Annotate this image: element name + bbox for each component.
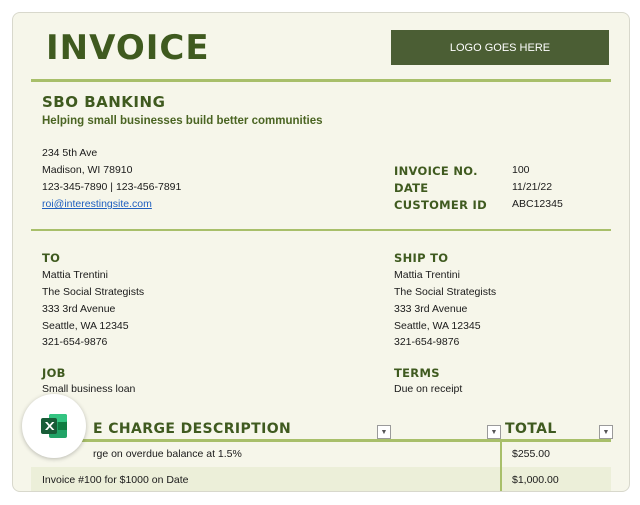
excel-icon — [41, 414, 67, 438]
table-row-total[interactable]: $1,000.00 — [512, 474, 559, 486]
chevron-down-icon: ▼ — [602, 428, 610, 436]
invoice-no-value[interactable]: 100 — [512, 164, 530, 176]
job-label: JOB — [42, 366, 66, 380]
ship-to-name[interactable]: Mattia Trentini — [394, 269, 460, 281]
company-email-link[interactable]: roi@interestingsite.com — [42, 198, 152, 210]
ship-to-label: SHIP TO — [394, 251, 449, 265]
ship-to-phone[interactable]: 321-654-9876 — [394, 336, 459, 348]
invoice-title: INVOICE — [46, 28, 210, 68]
ship-to-street[interactable]: 333 3rd Avenue — [394, 303, 467, 315]
to-street[interactable]: 333 3rd Avenue — [42, 303, 115, 315]
ship-to-company[interactable]: The Social Strategists — [394, 286, 496, 298]
to-company[interactable]: The Social Strategists — [42, 286, 144, 298]
description-filter-button-2[interactable]: ▼ — [487, 425, 501, 439]
section-divider — [31, 229, 611, 231]
company-tagline: Helping small businesses build better co… — [42, 115, 323, 127]
customer-id-value[interactable]: ABC12345 — [512, 198, 563, 210]
to-name[interactable]: Mattia Trentini — [42, 269, 108, 281]
ship-to-city[interactable]: Seattle, WA 12345 — [394, 320, 481, 332]
chevron-down-icon: ▼ — [490, 428, 498, 436]
table-column-divider — [500, 467, 502, 491]
terms-label: TERMS — [394, 366, 440, 380]
total-filter-button[interactable]: ▼ — [599, 425, 613, 439]
customer-id-label: CUSTOMER ID — [394, 198, 487, 212]
header-divider — [31, 79, 611, 82]
description-filter-button[interactable]: ▼ — [377, 425, 391, 439]
invoice-sheet: INVOICE LOGO GOES HERE SBO BANKING Helpi… — [12, 12, 630, 492]
to-phone[interactable]: 321-654-9876 — [42, 336, 107, 348]
to-label: TO — [42, 251, 61, 265]
total-header: TOTAL — [505, 421, 557, 437]
table-row-description[interactable]: Invoice #100 for $1000 on Date — [42, 474, 189, 486]
date-value[interactable]: 11/21/22 — [512, 181, 552, 193]
table-header-divider — [31, 439, 611, 442]
company-address-line2: Madison, WI 78910 — [42, 164, 133, 176]
logo-placeholder[interactable]: LOGO GOES HERE — [391, 30, 609, 65]
charge-description-header: E CHARGE DESCRIPTION — [93, 421, 292, 437]
table-row-total[interactable]: $255.00 — [512, 448, 550, 460]
company-address-line1: 234 5th Ave — [42, 147, 98, 159]
excel-app-badge[interactable] — [22, 394, 86, 458]
company-name: SBO BANKING — [42, 93, 166, 111]
invoice-no-label: INVOICE NO. — [394, 164, 478, 178]
table-row-description[interactable]: rge on overdue balance at 1.5% — [93, 448, 242, 460]
company-phones: 123-345-7890 | 123-456-7891 — [42, 181, 182, 193]
terms-value[interactable]: Due on receipt — [394, 383, 462, 395]
date-label: DATE — [394, 181, 429, 195]
to-city[interactable]: Seattle, WA 12345 — [42, 320, 129, 332]
chevron-down-icon: ▼ — [380, 428, 388, 436]
